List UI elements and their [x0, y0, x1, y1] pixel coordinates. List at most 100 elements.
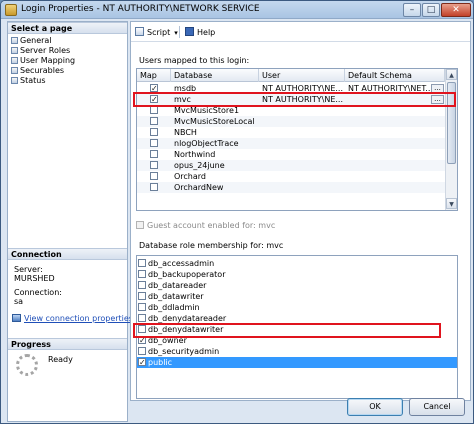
page-securables[interactable]: Securables — [11, 66, 64, 76]
role-item-db-backupoperator[interactable]: db_backupoperator — [137, 269, 457, 280]
map-checkbox[interactable] — [150, 139, 158, 147]
role-checkbox[interactable] — [138, 270, 146, 278]
grid-row-opus-24june[interactable]: opus_24june — [137, 160, 445, 171]
role-checkbox[interactable] — [138, 325, 146, 333]
map-checkbox[interactable] — [150, 117, 158, 125]
scroll-up-arrow-icon[interactable]: ▲ — [446, 69, 457, 80]
role-label: public — [148, 358, 173, 367]
map-checkbox[interactable] — [150, 106, 158, 114]
progress-status: Ready — [48, 355, 73, 364]
user-cell[interactable]: NT AUTHORITY\NE... — [262, 83, 344, 94]
view-connection-properties-link[interactable]: View connection properties — [12, 314, 133, 324]
column-header-database[interactable]: Database — [171, 69, 259, 82]
role-label: db_accessadmin — [148, 259, 215, 268]
database-cell: mvc — [174, 95, 191, 104]
ok-button[interactable]: OK — [347, 398, 403, 416]
role-item-db-denydatareader[interactable]: db_denydatareader — [137, 313, 457, 324]
scroll-down-arrow-icon[interactable]: ▼ — [446, 198, 457, 209]
page-label: User Mapping — [20, 56, 76, 65]
maximize-button[interactable]: □ — [422, 3, 440, 17]
role-checkbox[interactable] — [138, 303, 146, 311]
help-button[interactable]: Help — [185, 27, 215, 38]
map-checkbox[interactable]: ✓ — [150, 95, 158, 104]
grid-row-nbch[interactable]: NBCH — [137, 127, 445, 138]
map-checkbox[interactable] — [150, 161, 158, 169]
server-value: MURSHED — [14, 274, 55, 283]
schema-cell[interactable]: NT AUTHORITY\NET... — [348, 83, 430, 94]
chevron-down-icon[interactable]: ▾ — [174, 29, 178, 37]
page-label: Server Roles — [20, 46, 71, 55]
role-checkbox[interactable] — [138, 314, 146, 322]
map-checkbox[interactable] — [150, 128, 158, 136]
role-label: db_denydatareader — [148, 314, 227, 323]
grid-row-orchardnew[interactable]: OrchardNew — [137, 182, 445, 193]
users-mapped-label: Users mapped to this login: — [139, 56, 250, 65]
page-general[interactable]: General — [11, 36, 52, 46]
close-button[interactable]: ✕ — [441, 3, 471, 17]
grid-row-mvc[interactable]: ✓ mvc NT AUTHORITY\NE... ... — [137, 94, 445, 105]
cancel-button[interactable]: Cancel — [409, 398, 465, 416]
column-header-map[interactable]: Map — [137, 69, 171, 82]
role-item-db-denydatawriter[interactable]: db_denydatawriter — [137, 324, 457, 335]
role-label: db_denydatawriter — [148, 325, 224, 334]
help-label: Help — [197, 28, 216, 37]
role-membership-list[interactable]: db_accessadmin db_backupoperator db_data… — [136, 255, 458, 399]
column-header-user[interactable]: User — [259, 69, 345, 82]
role-checkbox[interactable] — [138, 259, 146, 267]
connection-value: sa — [14, 297, 24, 306]
role-checkbox[interactable] — [138, 347, 146, 355]
database-cell: MvcMusicStore1 — [174, 106, 240, 115]
role-item-db-accessadmin[interactable]: db_accessadmin — [137, 258, 457, 269]
grid-row-mvcmusicstore1[interactable]: MvcMusicStore1 — [137, 105, 445, 116]
role-item-db-ddladmin[interactable]: db_ddladmin — [137, 302, 457, 313]
database-cell: opus_24june — [174, 161, 225, 170]
role-label: db_securityadmin — [148, 347, 220, 356]
grid-row-msdb[interactable]: ✓ msdb NT AUTHORITY\NE... NT AUTHORITY\N… — [137, 83, 445, 94]
role-item-db-datareader[interactable]: db_datareader — [137, 280, 457, 291]
role-item-db-securityadmin[interactable]: db_securityadmin — [137, 346, 457, 357]
database-cell: OrchardNew — [174, 183, 224, 192]
column-header-default-schema[interactable]: Default Schema — [345, 69, 445, 82]
script-icon — [135, 27, 144, 36]
scroll-thumb[interactable] — [447, 82, 456, 164]
role-checkbox[interactable] — [138, 292, 146, 300]
grid-row-mvcmusicstorelocal[interactable]: MvcMusicStoreLocal — [137, 116, 445, 127]
script-label: Script — [147, 28, 171, 37]
database-cell: nlogObjectTrace — [174, 139, 239, 148]
guest-account-checkbox: Guest account enabled for: mvc — [136, 221, 275, 231]
role-label: db_owner — [148, 336, 187, 345]
role-label: db_backupoperator — [148, 270, 226, 279]
role-checkbox[interactable] — [138, 281, 146, 289]
schema-browse-button[interactable]: ... — [431, 84, 444, 93]
page-status[interactable]: Status — [11, 76, 46, 86]
grid-row-northwind[interactable]: Northwind — [137, 149, 445, 160]
script-button[interactable]: Script ▾ — [135, 27, 178, 38]
grid-vertical-scrollbar[interactable]: ▲ ▼ — [445, 69, 457, 210]
users-mapped-grid[interactable]: Map Database User Default Schema ✓ msdb … — [136, 68, 458, 211]
title-bar[interactable]: Login Properties - NT AUTHORITY\NETWORK … — [1, 1, 473, 19]
schema-browse-button[interactable]: ... — [431, 95, 444, 104]
map-checkbox[interactable] — [150, 150, 158, 158]
link-label: View connection properties — [24, 314, 133, 323]
role-checkbox[interactable]: ✓ — [138, 358, 146, 367]
map-checkbox[interactable] — [150, 183, 158, 191]
grid-row-nlogobjecttrace[interactable]: nlogObjectTrace — [137, 138, 445, 149]
grid-row-orchard[interactable]: Orchard — [137, 171, 445, 182]
role-checkbox[interactable]: ✓ — [138, 336, 146, 345]
page-icon — [11, 67, 18, 74]
grid-header: Map Database User Default Schema — [137, 69, 445, 82]
page-user-mapping[interactable]: User Mapping — [11, 56, 75, 66]
page-server-roles[interactable]: Server Roles — [11, 46, 70, 56]
minimize-button[interactable]: – — [403, 3, 421, 17]
role-item-db-owner[interactable]: ✓ db_owner — [137, 335, 457, 346]
map-checkbox[interactable]: ✓ — [150, 84, 158, 93]
role-item-public[interactable]: ✓ public — [137, 357, 457, 368]
select-page-header: Select a page — [8, 22, 127, 34]
role-membership-label: Database role membership for: mvc — [139, 241, 284, 250]
role-item-db-datawriter[interactable]: db_datawriter — [137, 291, 457, 302]
map-checkbox[interactable] — [150, 172, 158, 180]
user-cell[interactable]: NT AUTHORITY\NE... — [262, 94, 344, 105]
database-cell: NBCH — [174, 128, 197, 137]
toolbar: Script ▾ Help — [131, 22, 470, 42]
connection-header: Connection — [8, 248, 127, 260]
